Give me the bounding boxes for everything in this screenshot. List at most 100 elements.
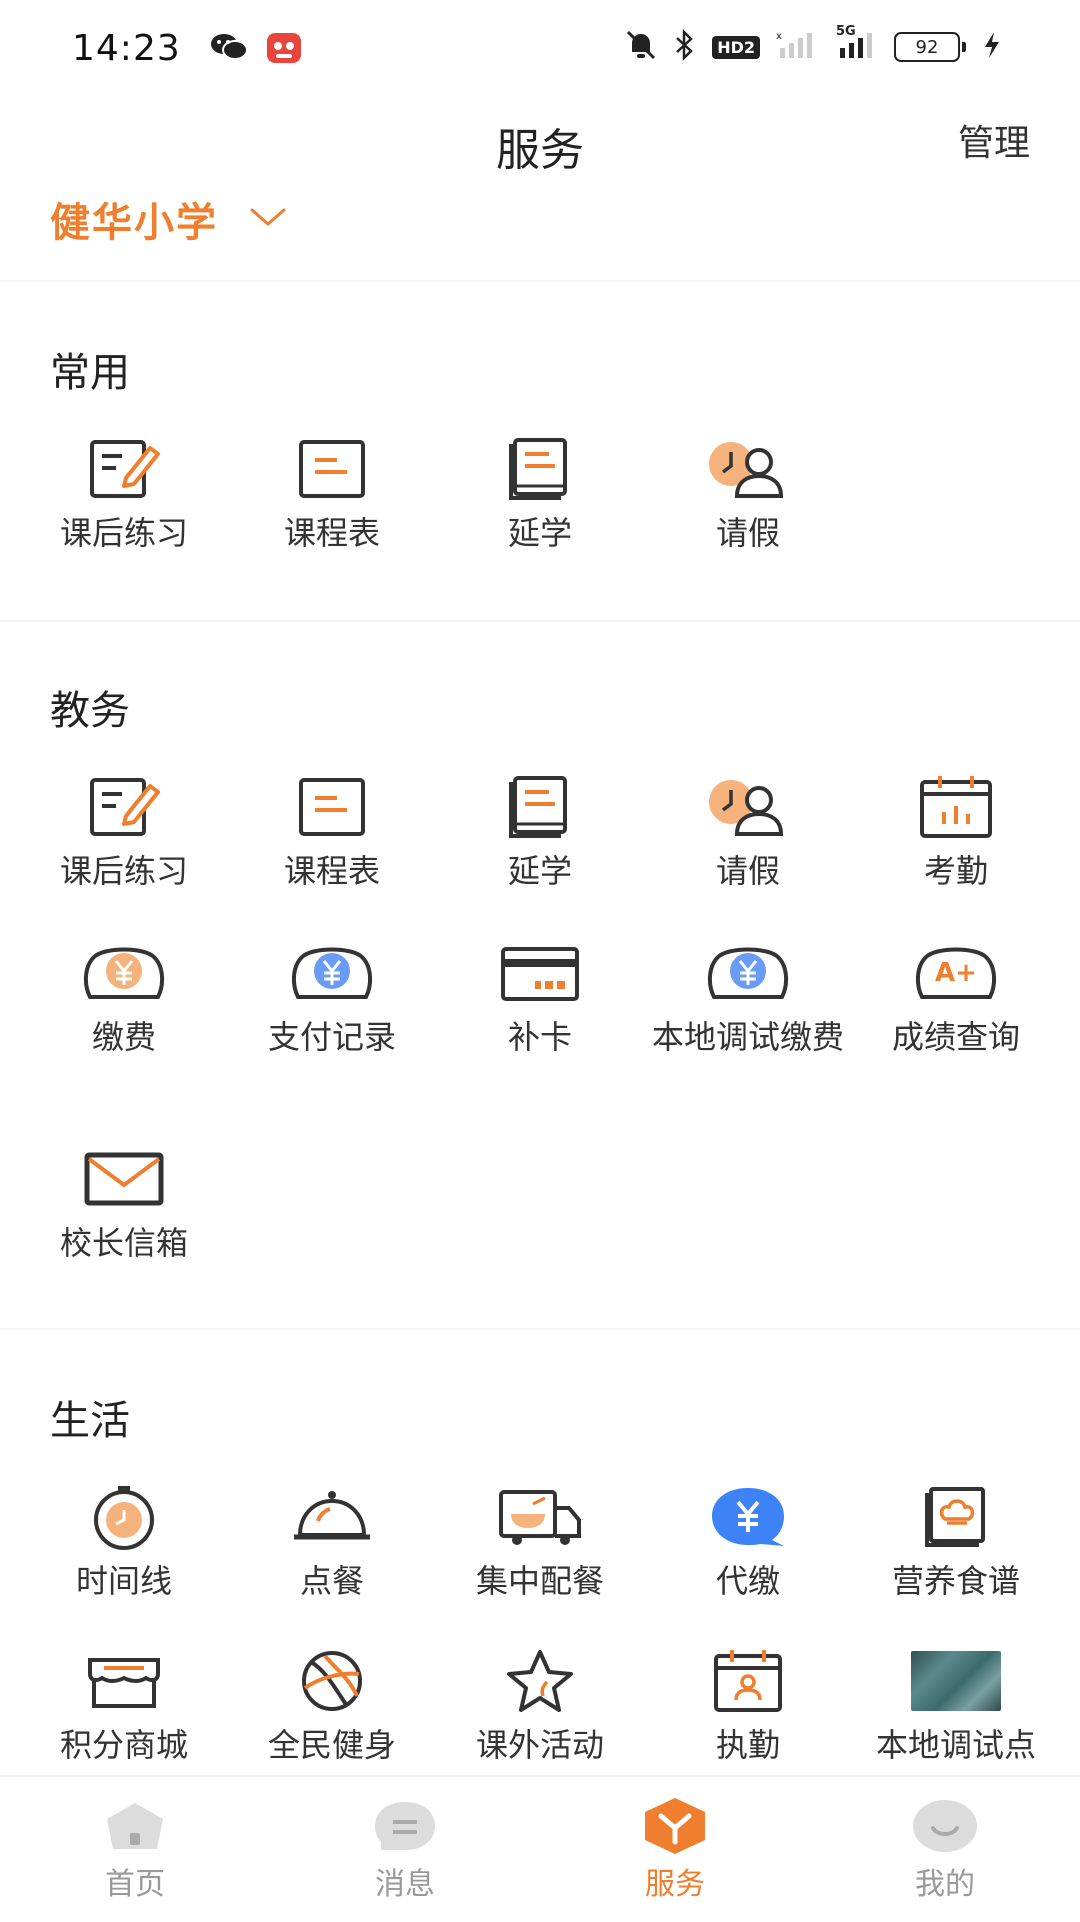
divider <box>0 280 1080 282</box>
status-time: 14:23 <box>72 28 181 69</box>
tile-schedule[interactable]: 课程表 <box>228 434 436 554</box>
signal-icon-2: 5G <box>832 24 878 64</box>
message-icon <box>370 1797 440 1855</box>
tile-timeline[interactable]: 时间线 <box>20 1482 228 1602</box>
tile-label: 请假 <box>715 514 780 552</box>
tile-fitness[interactable]: 全民健身 <box>228 1646 436 1766</box>
tile-extracurricular[interactable]: 课外活动 <box>436 1646 644 1766</box>
tile-order-meal[interactable]: 点餐 <box>228 1482 436 1602</box>
wechat-icon <box>210 32 248 68</box>
extended-study-icon <box>495 772 585 842</box>
tile-grade-query[interactable]: A+ 成绩查询 <box>852 938 1060 1058</box>
school-selector[interactable]: 健华小学 <box>50 190 288 248</box>
tile-proxy-payment[interactable]: 代缴 <box>644 1482 852 1602</box>
charging-icon <box>982 30 1002 64</box>
tile-label: 积分商城 <box>59 1726 188 1764</box>
tile-payment[interactable]: 缴费 <box>20 938 228 1058</box>
header: 服务 管理 <box>0 100 1080 180</box>
section-life: 生活 时间线 点餐 集中配餐 代缴 营养食谱 积分商城 全民健身 课外活动 执勤… <box>0 1388 1080 1788</box>
tile-label: 课后练习 <box>59 852 188 890</box>
timeline-icon <box>79 1482 169 1552</box>
tile-attendance[interactable]: 考勤 <box>852 772 1060 892</box>
tile-local-debug-payment[interactable]: 本地调试缴费 <box>644 938 852 1058</box>
tile-local-debug-point[interactable]: 本地调试点 <box>852 1646 1060 1766</box>
tile-label: 代缴 <box>715 1562 780 1600</box>
proxy-payment-icon <box>703 1482 793 1552</box>
homework-icon <box>79 434 169 504</box>
tab-message[interactable]: 消息 <box>270 1777 540 1922</box>
page-title: 服务 <box>496 125 584 176</box>
section-title-common: 常用 <box>50 350 130 396</box>
tile-card-reissue[interactable]: 补卡 <box>436 938 644 1058</box>
tile-homework[interactable]: 课后练习 <box>20 434 228 554</box>
tile-label: 执勤 <box>715 1726 780 1764</box>
extended-study-icon <box>495 434 585 504</box>
nutrition-recipe-icon <box>911 1482 1001 1552</box>
order-meal-icon <box>287 1482 377 1552</box>
tile-label: 校长信箱 <box>59 1224 188 1262</box>
service-icon <box>640 1797 710 1855</box>
tile-label: 考勤 <box>923 852 988 890</box>
tile-label: 本地调试点 <box>875 1726 1036 1764</box>
tile-label: 延学 <box>507 852 572 890</box>
card-reissue-icon <box>495 938 585 1008</box>
fitness-icon <box>287 1646 377 1716</box>
tile-leave[interactable]: 请假 <box>644 434 852 554</box>
tab-service[interactable]: 服务 <box>540 1777 810 1922</box>
grade-query-icon: A+ <box>911 938 1001 1008</box>
tile-label: 课后练习 <box>59 514 188 552</box>
section-academic: 教务 课后练习 课程表 延学 请假 考勤 缴费 支付记录 补卡 本地调试缴费 A… <box>0 678 1080 1318</box>
svg-text:A+: A+ <box>935 958 977 988</box>
tile-principal-mailbox[interactable]: 校长信箱 <box>20 1144 228 1264</box>
tile-label: 课外活动 <box>475 1726 604 1764</box>
tile-label: 补卡 <box>507 1018 572 1056</box>
tab-label: 服务 <box>645 1867 705 1902</box>
section-title-academic: 教务 <box>50 688 130 734</box>
principal-mailbox-icon <box>79 1144 169 1214</box>
tile-extended-study[interactable]: 延学 <box>436 434 644 554</box>
schedule-icon <box>287 772 377 842</box>
tile-label: 缴费 <box>91 1018 156 1056</box>
tab-profile[interactable]: 我的 <box>810 1777 1080 1922</box>
tab-label: 消息 <box>375 1867 435 1902</box>
section-title-life: 生活 <box>50 1398 130 1444</box>
tab-label: 首页 <box>105 1867 165 1902</box>
tile-label: 成绩查询 <box>891 1018 1020 1056</box>
home-icon <box>100 1797 170 1855</box>
tile-duty[interactable]: 执勤 <box>644 1646 852 1766</box>
tab-label: 我的 <box>915 1867 975 1902</box>
tile-homework[interactable]: 课后练习 <box>20 772 228 892</box>
hd-badge: HD2 <box>712 35 760 59</box>
tile-label: 时间线 <box>75 1562 172 1600</box>
tile-meal-delivery[interactable]: 集中配餐 <box>436 1482 644 1602</box>
tile-extended-study[interactable]: 延学 <box>436 772 644 892</box>
leave-icon <box>703 772 793 842</box>
school-name: 健华小学 <box>50 200 218 246</box>
section-common: 常用 课后练习 课程表 延学 请假 <box>0 340 1080 620</box>
schedule-icon <box>287 434 377 504</box>
profile-icon <box>910 1797 980 1855</box>
payment-icon <box>79 938 169 1008</box>
homework-icon <box>79 772 169 842</box>
local-debug-payment-icon <box>703 938 793 1008</box>
tile-points-mall[interactable]: 积分商城 <box>20 1646 228 1766</box>
bluetooth-icon <box>674 28 696 65</box>
tile-label: 本地调试缴费 <box>651 1018 844 1056</box>
tab-home[interactable]: 首页 <box>0 1777 270 1922</box>
battery-icon: 92 <box>894 32 966 62</box>
tile-schedule[interactable]: 课程表 <box>228 772 436 892</box>
tile-label: 延学 <box>507 514 572 552</box>
tile-label: 点餐 <box>299 1562 364 1600</box>
tile-nutrition-recipe[interactable]: 营养食谱 <box>852 1482 1060 1602</box>
tile-payment-record[interactable]: 支付记录 <box>228 938 436 1058</box>
meal-delivery-icon <box>495 1482 585 1552</box>
points-mall-icon <box>79 1646 169 1716</box>
divider <box>0 620 1080 622</box>
manage-button[interactable]: 管理 <box>958 114 1030 166</box>
mute-icon <box>624 28 658 66</box>
tile-leave[interactable]: 请假 <box>644 772 852 892</box>
tab-bar: 首页 消息 服务 我的 <box>0 1775 1080 1922</box>
svg-text:x: x <box>776 31 782 42</box>
tile-label: 支付记录 <box>267 1018 396 1056</box>
tile-label: 全民健身 <box>267 1726 396 1764</box>
